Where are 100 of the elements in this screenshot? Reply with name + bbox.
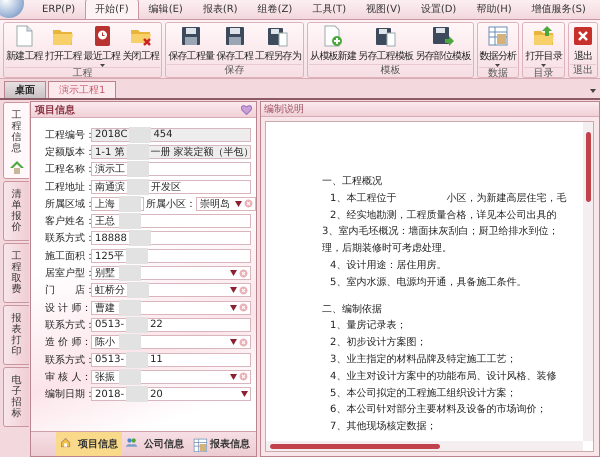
caret-icon — [230, 339, 237, 346]
side-tab[interactable]: 清单报价 — [3, 181, 29, 241]
dropdown-field[interactable]: 陈小 — [91, 335, 251, 350]
dropdown-field[interactable]: 别墅 — [91, 266, 251, 280]
side-tab[interactable]: 工程信息 — [3, 102, 29, 179]
menu-tab[interactable]: 增值服务(S) — [522, 0, 596, 19]
field-label: 联系方式： — [45, 354, 91, 366]
ribbon-button[interactable]: 退出 — [570, 23, 596, 64]
ribbon-button[interactable]: 工程另存为 — [254, 23, 302, 64]
group-title: 数据 — [478, 67, 518, 80]
text-field[interactable]: 125平 — [91, 248, 251, 263]
field-label: 工程地址： — [45, 180, 91, 194]
heart-icon — [241, 104, 252, 114]
ribbon-button[interactable]: 打开目录 — [524, 23, 564, 67]
document-line: 1、量房记录表； — [330, 318, 408, 334]
text-field[interactable]: 上海 — [91, 196, 144, 211]
caret-icon — [235, 200, 242, 207]
document-line: 5、室内水源、电源均开通，具备施工条件。 — [330, 276, 528, 290]
field-label: 编制日期： — [45, 388, 91, 402]
redaction-block — [126, 316, 148, 333]
ribbon-button[interactable]: 保存工程量 — [167, 23, 216, 64]
menu-tab[interactable]: 设置(D) — [410, 0, 466, 19]
text-field[interactable]: 18888 — [91, 231, 251, 246]
redaction-block — [119, 213, 141, 230]
dropdown-field[interactable]: 曹建 — [91, 300, 251, 315]
side-tab[interactable]: 报表打印 — [3, 305, 29, 365]
text-field[interactable]: 南通滨 开发区 — [91, 180, 251, 194]
field-label: 居室户型： — [45, 266, 91, 280]
menu-tab[interactable]: 报表(R) — [192, 0, 248, 19]
dropdown-field[interactable]: 虹桥分 — [91, 283, 251, 298]
document-line: 1、本工程位于 小区，为新建高层住宅，毛 — [330, 192, 568, 206]
ribbon-button[interactable]: 从模板新建 — [309, 23, 358, 64]
redaction-block — [126, 352, 148, 368]
ribbon-button[interactable]: 保存工程 — [215, 23, 254, 64]
menu-tab[interactable]: 组卷(Z) — [248, 0, 302, 19]
panel-tab[interactable]: 公司信息 — [122, 432, 188, 456]
field-label: 门 店： — [45, 284, 91, 298]
side-tab[interactable]: 电子招标 — [3, 367, 29, 427]
text-field[interactable]: 2018C 454 — [91, 128, 251, 142]
redaction-block — [126, 144, 149, 160]
document-line: 6、本公司针对部分主要材料及设备的市场询价； — [330, 402, 548, 418]
vertical-scrollbar[interactable] — [583, 122, 593, 441]
document-line: 理，后期装修时可考虑处理。 — [322, 242, 453, 256]
field-label: 定额版本： — [45, 146, 91, 159]
group-title: 模板 — [309, 64, 472, 77]
ribbon-button[interactable]: 打开工程 — [44, 23, 83, 67]
document-line: 2、初步设计方案图； — [330, 336, 428, 350]
caret-icon — [230, 287, 237, 294]
panel-tab[interactable]: 报表信息 — [188, 432, 254, 456]
text-field[interactable]: 0513- 11 — [91, 352, 251, 366]
field-label: 造 价 师： — [45, 336, 91, 350]
ribbon-button[interactable]: 关闭工程 — [121, 23, 160, 67]
field-label: 审 核 人： — [45, 370, 91, 384]
redaction-block — [127, 161, 149, 178]
document-line: 3、室内毛坯概况：墙面抹灰刮白；厨卫给排水到位； — [322, 224, 560, 240]
table-icon — [192, 436, 208, 452]
ribbon-button[interactable]: 最近工程 — [82, 23, 122, 67]
document-tab[interactable]: 演示工程1 — [48, 81, 116, 98]
document-tab[interactable]: 桌面 — [4, 81, 46, 98]
panel-title: 编制说明 — [264, 102, 304, 116]
redaction-block — [127, 178, 149, 195]
redaction-block — [127, 282, 149, 298]
text-field[interactable]: 1-1 第 一册 家装定额（半包） — [91, 144, 251, 159]
menu-tab[interactable]: ERP(P) — [32, 0, 86, 19]
redaction-block — [119, 368, 141, 385]
menu-tab[interactable]: 工具(T) — [302, 0, 356, 19]
document-line: 5、本公司拟定的工程施工组织设计方案； — [330, 386, 518, 401]
dropdown-icon — [590, 89, 596, 93]
clear-icon — [239, 372, 248, 382]
document-line: 4、业主对设计方案中的功能布局、设计风格、装修 — [330, 370, 558, 384]
panel-title: 项目信息 — [35, 104, 75, 116]
menu-tab[interactable]: 编辑(E) — [138, 0, 193, 19]
text-field[interactable]: 王总 — [91, 214, 251, 228]
document-line: 3、业主指定的材料品牌及特定施工工艺； — [330, 352, 518, 367]
horizontal-scrollbar[interactable] — [266, 441, 583, 451]
date-field[interactable]: 2018- 20 — [91, 387, 251, 402]
caret-icon — [230, 374, 237, 380]
redaction-block — [126, 386, 148, 402]
panel-tab[interactable]: 项目信息 — [56, 432, 122, 456]
document-line: 7、其他现场核定数据； — [330, 420, 438, 434]
ribbon-button[interactable]: 另存工程模板 — [357, 23, 414, 64]
document-line: 2、经实地勘测，工程质量合格，详见本公司出具的 — [330, 208, 558, 223]
menu-tab[interactable]: 开始(F) — [85, 0, 139, 19]
group-title: 退出 — [570, 64, 596, 77]
menu-tab[interactable]: 视图(V) — [356, 0, 411, 19]
caret-icon — [230, 270, 237, 276]
ribbon-button[interactable]: 新建工程 — [5, 23, 44, 67]
side-tab[interactable]: 工程取费 — [3, 243, 29, 303]
clear-icon — [239, 268, 248, 278]
dropdown-field[interactable]: 张振 — [91, 370, 251, 384]
text-field[interactable]: 0513- 22 — [91, 318, 251, 332]
field-label: 所属小区： — [146, 198, 196, 211]
menu-tab[interactable]: 帮助(H) — [466, 0, 522, 19]
ribbon-button[interactable]: 另存部位模板 — [414, 23, 472, 64]
dropdown-field[interactable]: 崇明岛 — [196, 196, 256, 211]
field-label: 设 计 师： — [45, 302, 91, 315]
ribbon-button[interactable]: 数据分析 — [478, 23, 518, 67]
text-field[interactable]: 演示工 — [91, 162, 251, 176]
section-heading: 二、编制依据 — [322, 302, 383, 317]
clear-icon — [239, 303, 248, 312]
